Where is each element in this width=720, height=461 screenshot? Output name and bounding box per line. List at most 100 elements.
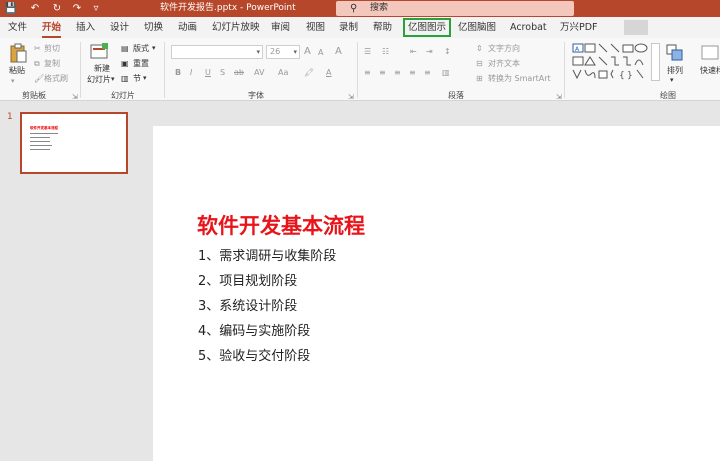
strikethrough-button[interactable]: ab [234,67,244,78]
tab-edraw-diagram[interactable]: 亿图图示 [403,18,452,37]
font-name-combobox[interactable]: ▾ [171,45,263,59]
section-button[interactable]: 节 [133,73,141,84]
shapes-gallery-scroll[interactable] [651,43,660,81]
italic-button[interactable]: I [190,67,192,78]
char-spacing-button[interactable]: AV [254,67,264,78]
justify-icon[interactable]: ≡ [409,67,416,78]
svg-text:{: { [619,71,625,81]
font-color-icon[interactable]: A [326,67,331,78]
customize-qat-icon[interactable]: ▿ [90,0,102,17]
slide-bullet[interactable]: 4、编码与实施阶段 [198,320,310,339]
title-bar: 💾 ↶ ↻ ↷ ▿ 软件开发报告.pptx - PowerPoint ⚲ 搜索 [0,0,720,17]
format-painter-icon[interactable]: 🖌 [34,73,44,84]
paragraph-launcher-icon[interactable]: ⇲ [556,93,562,101]
repeat-icon[interactable]: ↷ [70,0,84,17]
decrease-indent-icon[interactable]: ⇤ [410,46,417,57]
tab-acrobat[interactable]: Acrobat [510,17,547,38]
font-launcher-icon[interactable]: ⇲ [348,93,354,101]
text-direction-icon[interactable]: ⇕ [476,43,483,54]
copy-button[interactable]: 复制 [44,58,60,69]
layout-icon[interactable]: ▤ [121,43,129,54]
cut-icon[interactable]: ✂ [34,43,41,54]
thumbnail-line [30,149,50,150]
tab-review[interactable]: 审阅 [271,17,290,38]
tab-insert[interactable]: 插入 [76,17,95,38]
tab-animations[interactable]: 动画 [178,17,197,38]
copy-icon[interactable]: ⧉ [34,58,40,69]
format-painter-button[interactable]: 格式刷 [44,73,68,84]
slide-title[interactable]: 软件开发基本流程 [197,210,365,240]
paste-label[interactable]: 粘贴 [9,65,25,76]
shrink-font-button[interactable]: A [318,47,323,58]
grow-font-button[interactable]: A [304,46,311,57]
layout-button[interactable]: 版式 [133,43,149,54]
reset-icon[interactable]: ▣ [121,58,129,69]
font-size-combobox[interactable]: 26 ▾ [266,45,300,59]
thumbnail-line [30,133,58,134]
search-box[interactable]: ⚲ 搜索 [336,1,574,16]
svg-text:}: } [627,71,633,81]
arrange-dropdown-icon[interactable]: ▾ [670,75,674,86]
quick-styles-icon[interactable] [700,44,720,62]
section-icon[interactable]: ▥ [121,73,129,84]
account-placeholder [624,20,648,35]
font-size-dropdown-icon[interactable]: ▾ [293,46,297,58]
increase-indent-icon[interactable]: ⇥ [426,46,433,57]
shapes-gallery[interactable]: A { } [571,42,651,82]
distribute-icon[interactable]: ≡ [424,67,431,78]
line-spacing-icon[interactable]: ↕ [444,46,451,57]
tab-help[interactable]: 帮助 [373,17,392,38]
bullets-icon[interactable]: ☰ [364,46,371,57]
slide-canvas[interactable]: 软件开发基本流程 1、需求调研与收集阶段 2、项目规划阶段 3、系统设计阶段 4… [153,126,720,461]
tab-transitions[interactable]: 切换 [144,17,163,38]
slide-bullet[interactable]: 1、需求调研与收集阶段 [198,245,336,264]
thumbnail-title: 软件开发基本流程 [30,126,58,130]
clear-formatting-button[interactable]: A [335,46,342,57]
cut-button[interactable]: 剪切 [44,43,60,54]
smartart-icon[interactable]: ⊞ [476,73,483,84]
section-dropdown-icon[interactable]: ▾ [143,73,147,84]
layout-dropdown-icon[interactable]: ▾ [152,43,156,54]
bold-button[interactable]: B [175,67,181,78]
reset-button[interactable]: 重置 [133,58,149,69]
change-case-button[interactable]: Aa [278,67,288,78]
text-shadow-button[interactable]: S [220,67,225,78]
tab-design[interactable]: 设计 [110,17,129,38]
highlight-icon[interactable]: 🖍 [304,67,314,78]
new-slide-label-2[interactable]: 幻灯片 [87,74,111,85]
tab-home[interactable]: 开始 [42,17,62,38]
slide-bullet[interactable]: 2、项目规划阶段 [198,270,297,289]
paste-icon[interactable] [9,43,27,63]
save-icon[interactable]: 💾 [4,0,18,17]
columns-icon[interactable]: ▥ [442,67,450,78]
slide-bullet[interactable]: 3、系统设计阶段 [198,295,297,314]
tab-view[interactable]: 视图 [306,17,325,38]
redo-icon[interactable]: ↻ [50,0,64,17]
tab-record[interactable]: 录制 [339,17,358,38]
text-direction-button[interactable]: 文字方向 [488,43,520,54]
arrange-icon[interactable] [666,44,684,62]
align-text-button[interactable]: 对齐文本 [488,58,520,69]
clipboard-launcher-icon[interactable]: ⇲ [72,93,78,101]
convert-smartart-button[interactable]: 转换为 SmartArt [488,73,551,84]
tab-edraw-mindmap[interactable]: 亿图脑图 [458,17,496,38]
new-slide-dropdown-icon[interactable]: ▾ [111,74,115,85]
slide-bullet[interactable]: 5、验收与交付阶段 [198,345,310,364]
slide-thumbnail[interactable]: 软件开发基本流程 [20,112,128,174]
quick-styles-button[interactable]: 快速样式 [700,65,720,76]
separator [357,42,358,98]
font-name-dropdown-icon[interactable]: ▾ [256,46,260,58]
align-center-icon[interactable]: ≡ [379,67,386,78]
tab-slideshow[interactable]: 幻灯片放映 [212,17,260,38]
tab-wondershare-pdf[interactable]: 万兴PDF [560,17,598,38]
align-text-icon[interactable]: ⊟ [476,58,483,69]
paste-dropdown-icon[interactable]: ▾ [11,76,15,87]
tab-file[interactable]: 文件 [8,17,27,38]
new-slide-icon[interactable] [90,42,110,62]
align-left-icon[interactable]: ≡ [364,67,371,78]
numbering-icon[interactable]: ☷ [382,46,389,57]
new-slide-label-1[interactable]: 新建 [94,63,110,74]
undo-icon[interactable]: ↶ [24,0,46,17]
align-right-icon[interactable]: ≡ [394,67,401,78]
underline-button[interactable]: U [205,67,211,78]
